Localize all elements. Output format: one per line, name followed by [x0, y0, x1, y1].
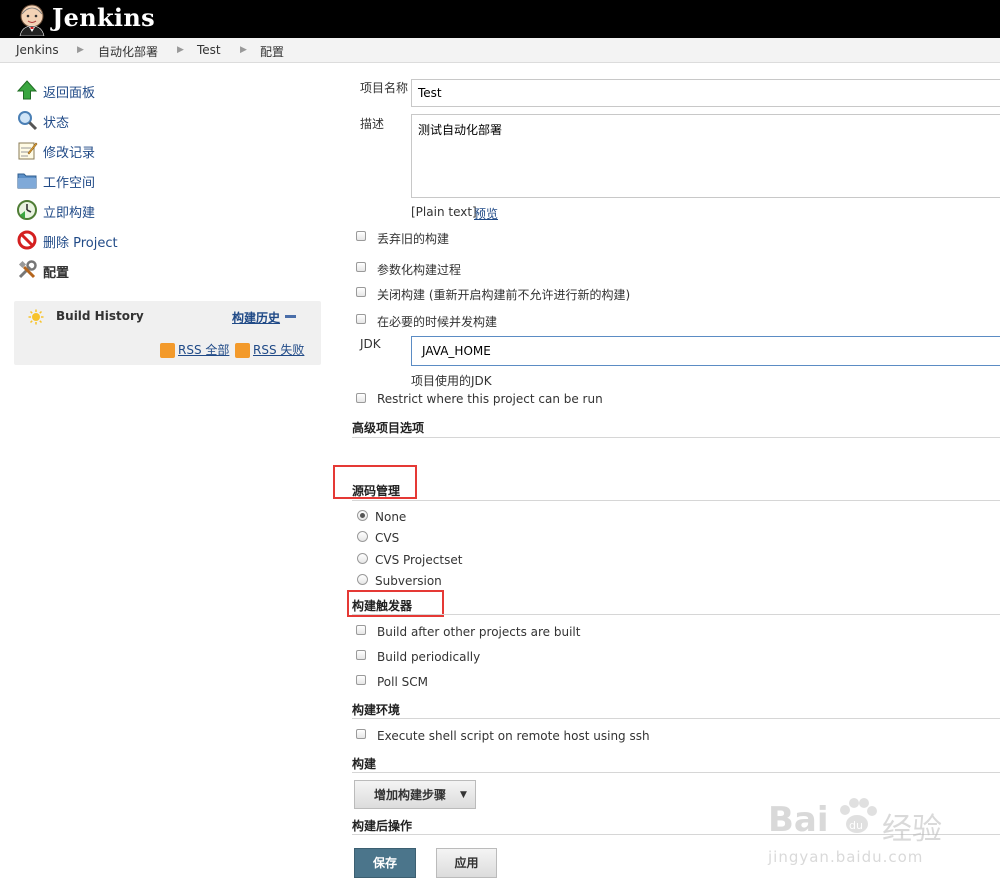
scm-radio-none[interactable]: [357, 510, 368, 521]
sidebar-item-label: 配置: [43, 266, 70, 281]
checkbox-label: 关闭构建 (重新开启构建前不允许进行新的构建): [377, 288, 631, 302]
jdk-help-text: 项目使用的JDK: [411, 374, 492, 388]
breadcrumb-item-jenkins[interactable]: Jenkins: [16, 43, 59, 57]
checkbox-label: 参数化构建过程: [377, 263, 462, 277]
scm-radio-subversion[interactable]: [357, 574, 368, 585]
checkbox-label: Build after other projects are built: [377, 625, 581, 639]
breadcrumb-item-configure[interactable]: 配置: [260, 43, 284, 60]
preview-link[interactable]: 预览: [474, 205, 498, 222]
sidebar-item-label: 返回面板: [43, 86, 96, 101]
checkbox-label: Poll SCM: [377, 675, 428, 689]
trigger-after-other-projects-checkbox[interactable]: [356, 625, 366, 635]
clock-icon: [17, 200, 37, 220]
section-divider: [352, 718, 1000, 719]
folder-icon: [17, 173, 37, 189]
breadcrumb-item-project[interactable]: Test: [197, 43, 221, 57]
disable-build-checkbox[interactable]: [356, 287, 366, 297]
parameterized-build-checkbox[interactable]: [356, 262, 366, 272]
save-button[interactable]: 保存: [354, 848, 416, 878]
build-history-widget: Build History 构建历史 RSS 全部 RSS 失败: [14, 301, 321, 365]
radio-label: CVS Projectset: [375, 553, 463, 567]
rss-all-link[interactable]: RSS 全部: [178, 341, 229, 358]
plain-text-hint: [Plain text]: [411, 205, 477, 219]
build-history-title: Build History: [56, 309, 144, 323]
up-arrow-icon: [16, 80, 38, 100]
discard-old-builds-checkbox[interactable]: [356, 231, 366, 241]
watermark-url: jingyan.baidu.com: [768, 848, 924, 866]
breadcrumb-separator-icon: ▶: [240, 45, 247, 55]
breadcrumb-separator-icon: ▶: [77, 45, 84, 55]
ssh-remote-script-checkbox[interactable]: [356, 729, 366, 739]
jdk-label: JDK: [360, 337, 381, 351]
sidebar-item-label: 状态: [43, 116, 70, 131]
sidebar-item-label: 删除 Project: [43, 236, 118, 251]
advanced-options-heading[interactable]: 高级项目选项: [352, 419, 424, 436]
breadcrumb-item-folder[interactable]: 自动化部署: [98, 43, 158, 60]
concurrent-build-checkbox[interactable]: [356, 314, 366, 324]
scm-heading: 源码管理: [352, 484, 401, 498]
description-label: 描述: [360, 117, 385, 131]
header-bar: Jenkins: [0, 0, 1000, 38]
checkbox-label: Build periodically: [377, 650, 481, 664]
sidebar-item-label: 工作空间: [43, 176, 96, 191]
collapse-icon[interactable]: [285, 315, 296, 318]
rss-icon[interactable]: [235, 343, 250, 358]
notepad-icon: [18, 142, 38, 160]
sidebar-item-label: 修改记录: [43, 146, 96, 161]
checkbox-label: 丢弃旧的构建: [377, 232, 450, 246]
apply-button[interactable]: 应用: [436, 848, 497, 878]
radio-label: Subversion: [375, 574, 442, 588]
section-divider: [352, 500, 1000, 501]
no-entry-icon: [17, 230, 37, 250]
build-heading: 构建: [352, 757, 377, 771]
paw-icon: du: [840, 798, 877, 833]
section-divider: [352, 437, 1000, 438]
add-build-step-button[interactable]: 增加构建步骤 ▼: [354, 780, 476, 809]
breadcrumb: Jenkins ▶ 自动化部署 ▶ Test ▶ 配置: [0, 38, 1000, 63]
project-name-label: 项目名称: [360, 81, 409, 95]
trigger-poll-scm-checkbox[interactable]: [356, 675, 366, 685]
baidu-watermark: Bai du 经验 jingyan.baidu.com: [768, 786, 968, 876]
svg-text:du: du: [849, 819, 863, 832]
magnifier-icon: [18, 111, 38, 131]
add-build-step-label: 增加构建步骤: [374, 788, 447, 802]
scm-radio-cvs-projectset[interactable]: [357, 553, 368, 564]
jenkins-logo-icon[interactable]: [14, 2, 50, 36]
restrict-node-checkbox[interactable]: [356, 393, 366, 403]
post-build-heading: 构建后操作: [352, 819, 413, 833]
dropdown-caret-icon: ▼: [460, 790, 467, 800]
description-textarea[interactable]: 测试自动化部署: [411, 114, 1000, 198]
radio-label: None: [375, 510, 407, 524]
rss-icon[interactable]: [160, 343, 175, 358]
sidebar-item-label: 立即构建: [43, 206, 96, 221]
build-environment-heading: 构建环境: [352, 703, 401, 717]
section-divider: [352, 772, 1000, 773]
watermark-brand-cn: 经验: [882, 812, 942, 847]
build-triggers-heading: 构建触发器: [352, 599, 413, 613]
checkbox-label: Restrict where this project can be run: [377, 392, 603, 406]
trigger-periodically-checkbox[interactable]: [356, 650, 366, 660]
section-divider: [352, 614, 1000, 615]
checkbox-label: Execute shell script on remote host usin…: [377, 729, 650, 743]
scm-radio-cvs[interactable]: [357, 531, 368, 542]
tools-icon: [18, 260, 37, 279]
rss-failed-link[interactable]: RSS 失败: [253, 341, 304, 358]
watermark-brand: Bai: [768, 800, 829, 840]
radio-label: CVS: [375, 531, 400, 545]
breadcrumb-separator-icon: ▶: [177, 45, 184, 55]
project-name-input[interactable]: Test: [411, 79, 1000, 107]
checkbox-label: 在必要的时候并发构建: [377, 315, 498, 329]
build-history-link[interactable]: 构建历史: [232, 309, 280, 326]
jdk-select[interactable]: JAVA_HOME: [411, 336, 1000, 366]
sun-icon: [28, 309, 44, 325]
app-title[interactable]: Jenkins: [52, 3, 155, 32]
